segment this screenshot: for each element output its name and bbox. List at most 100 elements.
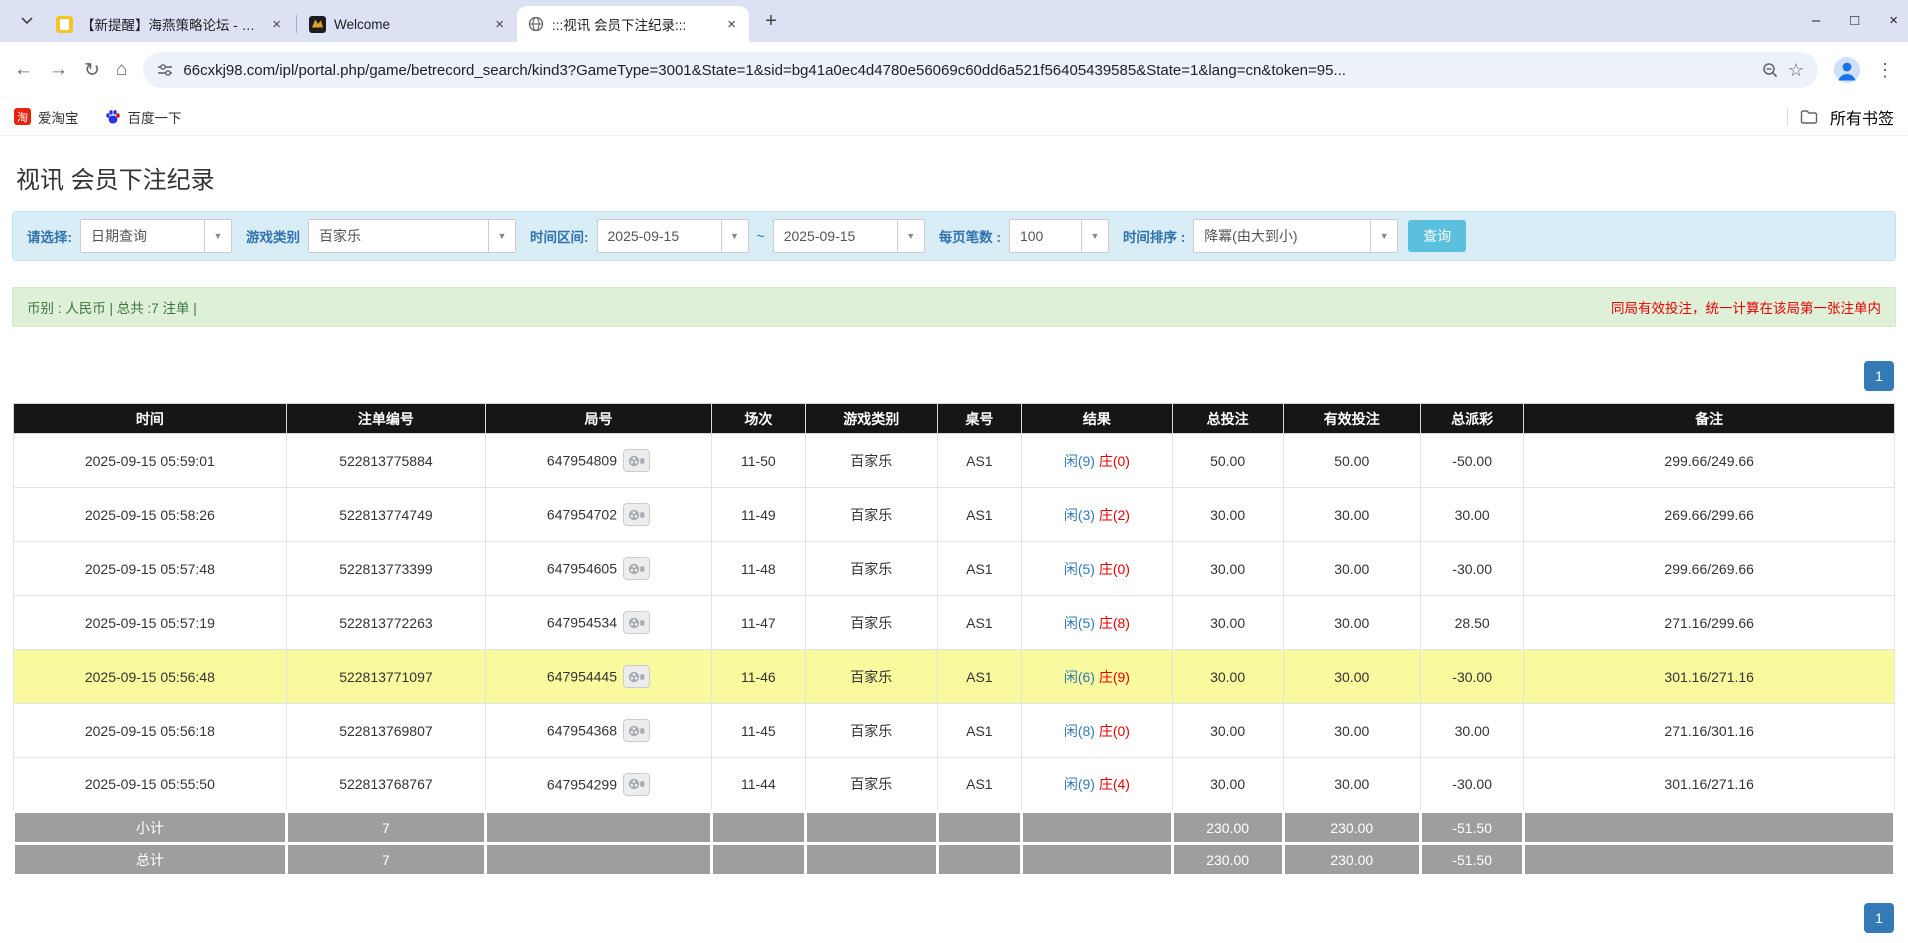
bookmark-label: 百度一下 (128, 107, 182, 127)
total-bet-link[interactable]: 30.00 (1172, 758, 1283, 812)
bookmark-star-icon[interactable]: ☆ (1788, 60, 1804, 81)
banker-result: 庄(0) (1099, 453, 1130, 469)
bookmark-baidu[interactable]: 百度一下 (105, 107, 182, 127)
footer-cell (1022, 844, 1172, 876)
date-to-select[interactable]: 2025-09-15 ▼ (773, 219, 925, 253)
result-cell: 闲(9) 庄(4) (1022, 758, 1172, 812)
sort-value: 降冪(由大到小) (1194, 220, 1370, 252)
game-type-cell: 百家乐 (805, 704, 937, 758)
menu-icon[interactable]: ⋮ (1876, 60, 1894, 81)
chevron-down-icon[interactable]: ▼ (488, 220, 515, 252)
result-cell: 闲(9) 庄(0) (1022, 434, 1172, 488)
total-bet-link[interactable]: 30.00 (1172, 596, 1283, 650)
folder-icon (1800, 109, 1818, 124)
game-type-select[interactable]: 百家乐 ▼ (308, 219, 516, 253)
time-cell: 2025-09-15 05:56:48 (14, 650, 287, 704)
url-text[interactable]: 66cxkj98.com/ipl/portal.php/game/betreco… (183, 62, 1751, 79)
bookmark-taobao[interactable]: 淘 爱淘宝 (14, 107, 79, 127)
bookmark-label: 爱淘宝 (38, 107, 79, 127)
site-info-icon[interactable] (157, 63, 173, 77)
tab-close-icon[interactable]: × (492, 16, 507, 33)
sort-select[interactable]: 降冪(由大到小) ▼ (1193, 219, 1398, 253)
bookmarks-bar: 淘 爱淘宝 百度一下 所有书签 (0, 98, 1908, 136)
search-button[interactable]: 查询 (1408, 220, 1466, 252)
total-row: 总计7230.00230.00-51.50 (14, 844, 1895, 876)
chevron-down-icon[interactable]: ▼ (897, 220, 924, 252)
total-bet-link[interactable]: 30.00 (1172, 650, 1283, 704)
summary-text: 币别 : 人民币 | 总共 :7 注单 | (27, 297, 197, 317)
video-replay-icon[interactable] (623, 665, 650, 688)
bet-id-cell: 522813773399 (286, 542, 485, 596)
home-button[interactable]: ⌂ (116, 59, 127, 81)
chevron-down-icon[interactable]: ▼ (721, 220, 748, 252)
footer-label: 总计 (14, 844, 287, 876)
pagination-bottom: 1 (12, 903, 1894, 933)
back-button[interactable]: ← (14, 59, 33, 81)
note-cell: 301.16/271.16 (1524, 650, 1895, 704)
minimize-button[interactable]: – (1812, 12, 1820, 29)
session-cell: 11-45 (711, 704, 805, 758)
address-bar[interactable]: 66cxkj98.com/ipl/portal.php/game/betreco… (143, 52, 1818, 88)
time-cell: 2025-09-15 05:57:19 (14, 596, 287, 650)
game-type-cell: 百家乐 (805, 488, 937, 542)
tab-forum[interactable]: 【新提醒】海燕策略论坛 - 综合 × (46, 6, 294, 42)
baidu-paw-icon (105, 109, 121, 125)
payout-cell: -30.00 (1420, 542, 1523, 596)
video-replay-icon[interactable] (623, 773, 650, 796)
valid-bet-cell: 30.00 (1283, 542, 1420, 596)
total-bet-link[interactable]: 30.00 (1172, 704, 1283, 758)
page-title: 视讯 会员下注纪录 (16, 160, 1896, 195)
chevron-down-icon[interactable]: ▼ (1370, 220, 1397, 252)
banker-result: 庄(9) (1099, 669, 1130, 685)
reload-button[interactable]: ↻ (84, 59, 100, 82)
close-button[interactable]: × (1889, 12, 1898, 29)
page-size-select[interactable]: 100 ▼ (1009, 219, 1109, 253)
maximize-button[interactable]: □ (1850, 12, 1859, 29)
tab-welcome[interactable]: Welcome × (299, 6, 517, 42)
tab-search-button[interactable] (12, 6, 42, 36)
chevron-down-icon[interactable]: ▼ (204, 220, 231, 252)
page-1-button[interactable]: 1 (1864, 361, 1894, 391)
valid-bet-cell: 30.00 (1283, 704, 1420, 758)
new-tab-button[interactable]: + (757, 7, 785, 35)
payout-cell: 30.00 (1420, 488, 1523, 542)
zoom-icon[interactable] (1762, 62, 1778, 78)
tab-close-icon[interactable]: × (269, 16, 284, 33)
date-type-select[interactable]: 日期查询 ▼ (80, 219, 232, 253)
table-row: 2025-09-15 05:55:50522813768767647954299… (14, 758, 1895, 812)
valid-bet-cell: 50.00 (1283, 434, 1420, 488)
time-range-label: 时间区间: (530, 226, 589, 246)
video-replay-icon[interactable] (623, 503, 650, 526)
total-bet-link[interactable]: 30.00 (1172, 542, 1283, 596)
tab-bet-record[interactable]: :::视讯 会员下注纪录::: × (517, 6, 749, 42)
video-replay-icon[interactable] (623, 719, 650, 742)
page-1-button[interactable]: 1 (1864, 903, 1894, 933)
video-replay-icon[interactable] (623, 611, 650, 634)
column-header: 备注 (1524, 404, 1895, 434)
all-bookmarks[interactable]: 所有书签 (1787, 105, 1894, 129)
chevron-down-icon[interactable]: ▼ (1081, 220, 1108, 252)
note-cell: 301.16/271.16 (1524, 758, 1895, 812)
forward-button[interactable]: → (49, 59, 68, 81)
total-bet-link[interactable]: 50.00 (1172, 434, 1283, 488)
banker-result: 庄(8) (1099, 615, 1130, 631)
tab-close-icon[interactable]: × (724, 16, 739, 33)
total-bet-link[interactable]: 30.00 (1172, 488, 1283, 542)
table-number-cell: AS1 (937, 596, 1022, 650)
column-header: 桌号 (937, 404, 1022, 434)
date-from-value: 2025-09-15 (598, 220, 721, 252)
column-header: 时间 (14, 404, 287, 434)
profile-avatar[interactable] (1834, 57, 1860, 83)
video-replay-icon[interactable] (623, 449, 650, 472)
payout-cell: 30.00 (1420, 704, 1523, 758)
taobao-icon: 淘 (14, 108, 31, 125)
bookmarks-divider (1787, 108, 1788, 126)
page-content: 视讯 会员下注纪录 请选择: 日期查询 ▼ 游戏类别 百家乐 ▼ 时间区间: 2… (0, 160, 1908, 933)
footer-cell (486, 812, 712, 844)
round-cell: 647954299 (486, 758, 712, 812)
date-from-select[interactable]: 2025-09-15 ▼ (597, 219, 749, 253)
video-replay-icon[interactable] (623, 557, 650, 580)
window-controls: – □ × (1812, 0, 1898, 40)
filter-bar: 请选择: 日期查询 ▼ 游戏类别 百家乐 ▼ 时间区间: 2025-09-15 … (12, 211, 1896, 261)
time-cell: 2025-09-15 05:55:50 (14, 758, 287, 812)
